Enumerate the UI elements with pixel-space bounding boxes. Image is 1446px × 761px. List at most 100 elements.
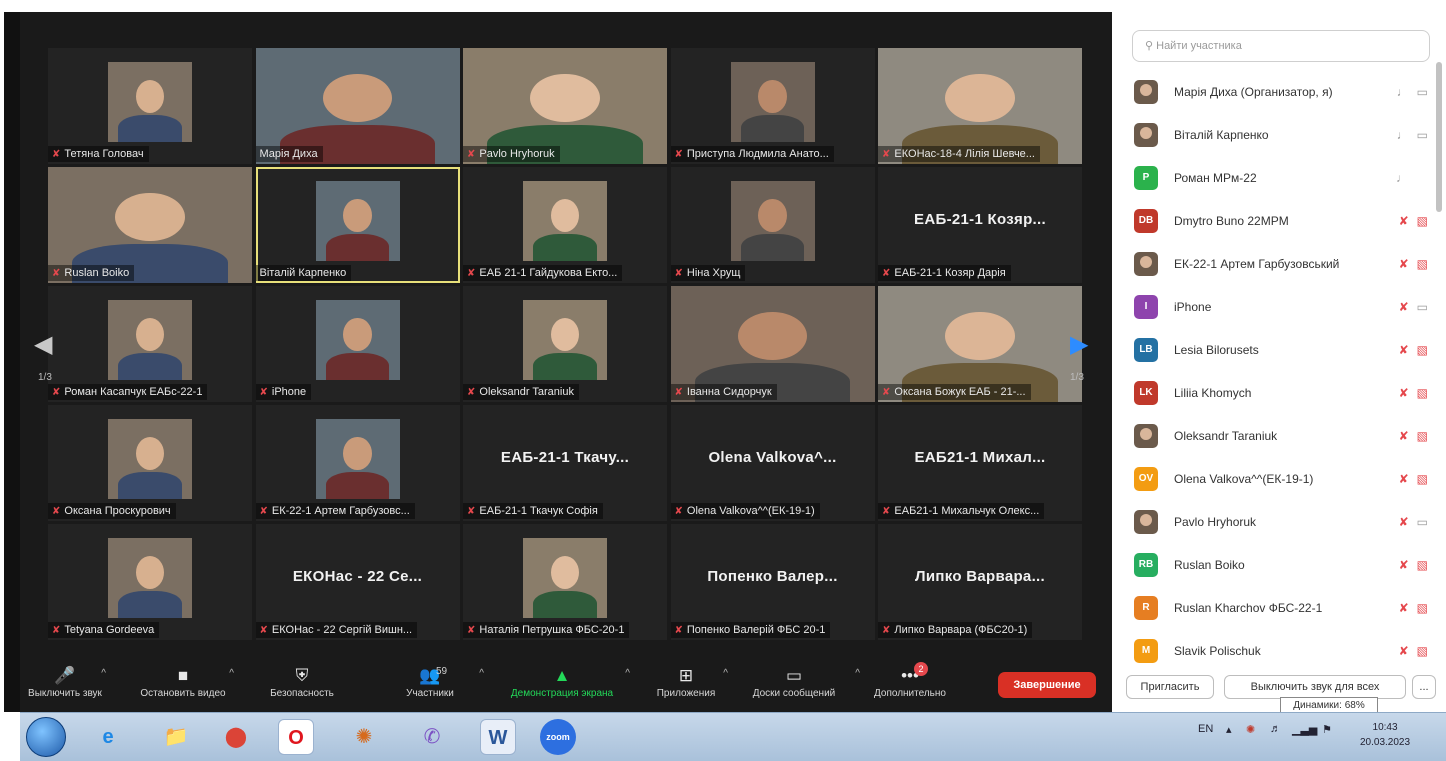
start-button[interactable] bbox=[26, 717, 66, 757]
system-clock[interactable]: 10:43 20.03.2023 bbox=[1360, 720, 1410, 750]
mic-muted-icon[interactable]: ✘ bbox=[1399, 300, 1409, 314]
chrome-icon[interactable]: ⬤ bbox=[218, 719, 254, 755]
video-off-icon[interactable]: ▧ bbox=[1417, 214, 1428, 228]
mic-muted-icon[interactable]: ✘ bbox=[1399, 386, 1409, 400]
participant-list-item[interactable]: Віталій Карпенко ♩ ▭ bbox=[1128, 113, 1428, 156]
flag-icon[interactable]: ⚑ bbox=[1322, 723, 1332, 736]
participants-scrollbar[interactable] bbox=[1436, 62, 1442, 212]
chevron-up-icon[interactable]: ^ bbox=[101, 668, 106, 679]
participant-list-item[interactable]: Oleksandr Taraniuk ✘ ▧ bbox=[1128, 414, 1428, 457]
mic-muted-icon[interactable]: ✘ bbox=[1399, 214, 1409, 228]
internet-explorer-icon[interactable]: e bbox=[90, 719, 126, 755]
participants-button[interactable]: 👥 59 ^ Участники bbox=[390, 664, 484, 708]
video-camera-icon[interactable]: ▭ bbox=[1417, 128, 1428, 142]
participant-list-item[interactable]: ЕК-22-1 Артем Гарбузовський ✘ ▧ bbox=[1128, 242, 1428, 285]
mic-muted-icon[interactable]: ✘ bbox=[1399, 515, 1409, 529]
microphone-icon[interactable]: ♩ bbox=[1397, 128, 1409, 142]
file-explorer-icon[interactable]: 📁 bbox=[158, 719, 194, 755]
participant-video-tile[interactable]: ✘ Оксана Божук ЕАБ - 21-... bbox=[878, 286, 1082, 402]
end-meeting-button[interactable]: Завершение bbox=[998, 672, 1096, 698]
participant-video-tile[interactable]: ✘ Наталія Петрушка ФБС-20-1 bbox=[463, 524, 667, 640]
participant-search-input[interactable]: ⚲ Найти участника bbox=[1132, 30, 1430, 62]
viber-icon[interactable]: ✆ bbox=[414, 719, 450, 755]
participant-video-tile[interactable]: ✘ Іванна Сидорчук bbox=[670, 286, 875, 402]
mic-muted-icon[interactable]: ✘ bbox=[1399, 429, 1409, 443]
security-button[interactable]: ⛨ Безопасность bbox=[260, 664, 344, 708]
invite-button[interactable]: Пригласить bbox=[1126, 675, 1214, 699]
video-camera-icon[interactable]: ▭ bbox=[1417, 85, 1428, 99]
tray-app-icon[interactable]: ✺ bbox=[1246, 723, 1255, 736]
participant-video-tile[interactable]: ✘ Ніна Хрущ bbox=[670, 167, 875, 283]
video-off-icon[interactable]: ▧ bbox=[1417, 558, 1428, 572]
video-camera-icon[interactable]: ▭ bbox=[1417, 300, 1428, 314]
participant-video-tile[interactable]: ✘ iPhone bbox=[255, 286, 460, 402]
mic-muted-icon[interactable]: ✘ bbox=[1399, 343, 1409, 357]
microphone-icon[interactable]: ♩ bbox=[1396, 171, 1408, 185]
prev-page-arrow-icon[interactable]: ◀ bbox=[34, 330, 52, 359]
participant-video-tile[interactable]: ✘ Роман Касапчук ЕАБс-22-1 bbox=[48, 286, 252, 402]
stop-video-button[interactable]: ■ ^ Остановить видео bbox=[138, 664, 234, 708]
participant-video-tile[interactable]: ✘ Тетяна Головач bbox=[48, 48, 252, 164]
mic-muted-icon[interactable]: ✘ bbox=[1399, 558, 1409, 572]
speaker-icon[interactable]: ♬ bbox=[1270, 723, 1281, 735]
mute-button[interactable]: 🎤 ^ Выключить звук bbox=[26, 664, 106, 708]
participant-video-tile[interactable]: ✘ ЕКОНас-18-4 Лілія Шевче... bbox=[878, 48, 1082, 164]
participant-list-item[interactable]: LK Liliia Khomych ✘ ▧ bbox=[1128, 371, 1428, 414]
participant-video-tile[interactable]: ЕАБ21-1 Михал... ✘ ЕАБ21-1 Михальчук Олекс… bbox=[878, 405, 1082, 521]
participant-list-item[interactable]: Pavlo Hryhoruk ✘ ▭ bbox=[1128, 500, 1428, 543]
mic-muted-icon[interactable]: ✘ bbox=[1399, 472, 1409, 486]
panel-more-button[interactable]: ... bbox=[1412, 675, 1436, 699]
participant-list-item[interactable]: R Ruslan Kharchov ФБС-22-1 ✘ ▧ bbox=[1128, 586, 1428, 629]
mic-muted-icon[interactable]: ✘ bbox=[1399, 644, 1409, 658]
network-icon[interactable]: ▁▃▅ bbox=[1292, 723, 1317, 736]
language-indicator[interactable]: EN bbox=[1198, 723, 1213, 735]
video-off-icon[interactable]: ▧ bbox=[1417, 472, 1428, 486]
video-off-icon[interactable]: ▧ bbox=[1417, 257, 1428, 271]
mute-all-button[interactable]: Выключить звук для всех bbox=[1224, 675, 1406, 699]
participant-list-item[interactable]: M Slavik Polischuk ✘ ▧ bbox=[1128, 629, 1428, 672]
more-button[interactable]: ••• 2 Дополнительно bbox=[862, 662, 958, 708]
participant-video-tile[interactable]: ЕКОНас - 22 Се... ✘ ЕКОНас - 22 Сергій Виш… bbox=[255, 524, 460, 640]
video-camera-icon[interactable]: ▭ bbox=[1417, 515, 1428, 529]
participant-video-tile[interactable]: Olena Valkova^... ✘ Olena Valkova^^(ЕК-19-… bbox=[670, 405, 875, 521]
chevron-up-icon[interactable]: ^ bbox=[723, 668, 728, 679]
opera-icon[interactable]: O bbox=[278, 719, 314, 755]
chevron-up-icon[interactable]: ^ bbox=[229, 668, 234, 679]
chevron-up-icon[interactable]: ^ bbox=[855, 668, 860, 679]
participant-video-tile[interactable]: Марія Диха bbox=[255, 48, 460, 164]
chevron-up-icon[interactable]: ^ bbox=[625, 668, 630, 679]
participant-list-item[interactable]: LB Lesia Bilorusets ✘ ▧ bbox=[1128, 328, 1428, 371]
mic-muted-icon[interactable]: ✘ bbox=[1399, 601, 1409, 615]
apps-button[interactable]: ⊞ ^ Приложения bbox=[646, 664, 728, 708]
participant-video-tile[interactable]: ✘ Приступа Людмила Анато... bbox=[670, 48, 875, 164]
participant-list-item[interactable]: P Роман МРм-22 ♩ bbox=[1128, 156, 1428, 199]
participant-video-tile[interactable]: Віталій Карпенко bbox=[255, 167, 460, 283]
participant-list-item[interactable]: Марія Диха (Организатор, я) ♩ ▭ bbox=[1128, 70, 1428, 113]
participant-list-item[interactable]: IiPhone ✘ ▭ bbox=[1128, 285, 1428, 328]
app-icon[interactable]: ✺ bbox=[346, 719, 382, 755]
tray-arrow-icon[interactable]: ▴ bbox=[1226, 723, 1232, 736]
participant-video-tile[interactable]: ✘ ЕК-22-1 Артем Гарбузовс... bbox=[255, 405, 460, 521]
video-off-icon[interactable]: ▧ bbox=[1417, 386, 1428, 400]
participant-video-tile[interactable]: ЕАБ-21-1 Ткачу... ✘ ЕАБ-21-1 Ткачук Софія bbox=[463, 405, 667, 521]
participant-list-item[interactable]: RB Ruslan Boiko ✘ ▧ bbox=[1128, 543, 1428, 586]
mic-muted-icon[interactable]: ✘ bbox=[1399, 257, 1409, 271]
video-off-icon[interactable]: ▧ bbox=[1417, 343, 1428, 357]
participant-video-tile[interactable]: ЕАБ-21-1 Козяр... ✘ ЕАБ-21-1 Козяр Дарія bbox=[878, 167, 1082, 283]
video-off-icon[interactable]: ▧ bbox=[1417, 601, 1428, 615]
participant-video-tile[interactable]: ✘ ЕАБ 21-1 Гайдукова Екто... bbox=[463, 167, 667, 283]
share-screen-button[interactable]: ▲ ^ Демонстрация экрана bbox=[496, 664, 630, 708]
participant-video-tile[interactable]: Липко Варвара... ✘ Липко Варвара (ФБС20-1) bbox=[878, 524, 1082, 640]
participant-video-tile[interactable]: ✘ Ruslan Boiko bbox=[48, 167, 252, 283]
whiteboards-button[interactable]: ▭ ^ Доски сообщений bbox=[738, 664, 860, 708]
video-off-icon[interactable]: ▧ bbox=[1417, 644, 1428, 658]
participant-video-tile[interactable]: Попенко Валер... ✘ Попенко Валерій ФБС 20-… bbox=[670, 524, 875, 640]
participant-list-item[interactable]: OV Olena Valkova^^(ЕК-19-1) ✘ ▧ bbox=[1128, 457, 1428, 500]
zoom-icon[interactable]: zoom bbox=[540, 719, 576, 755]
chevron-up-icon[interactable]: ^ bbox=[479, 668, 484, 679]
participant-video-tile[interactable]: ✘ Oleksandr Taraniuk bbox=[463, 286, 667, 402]
next-page-arrow-icon[interactable]: ▶ bbox=[1070, 330, 1088, 359]
word-icon[interactable]: W bbox=[480, 719, 516, 755]
microphone-icon[interactable]: ♩ bbox=[1397, 85, 1409, 99]
participant-list-item[interactable]: DB Dmytro Buno 22MPM ✘ ▧ bbox=[1128, 199, 1428, 242]
